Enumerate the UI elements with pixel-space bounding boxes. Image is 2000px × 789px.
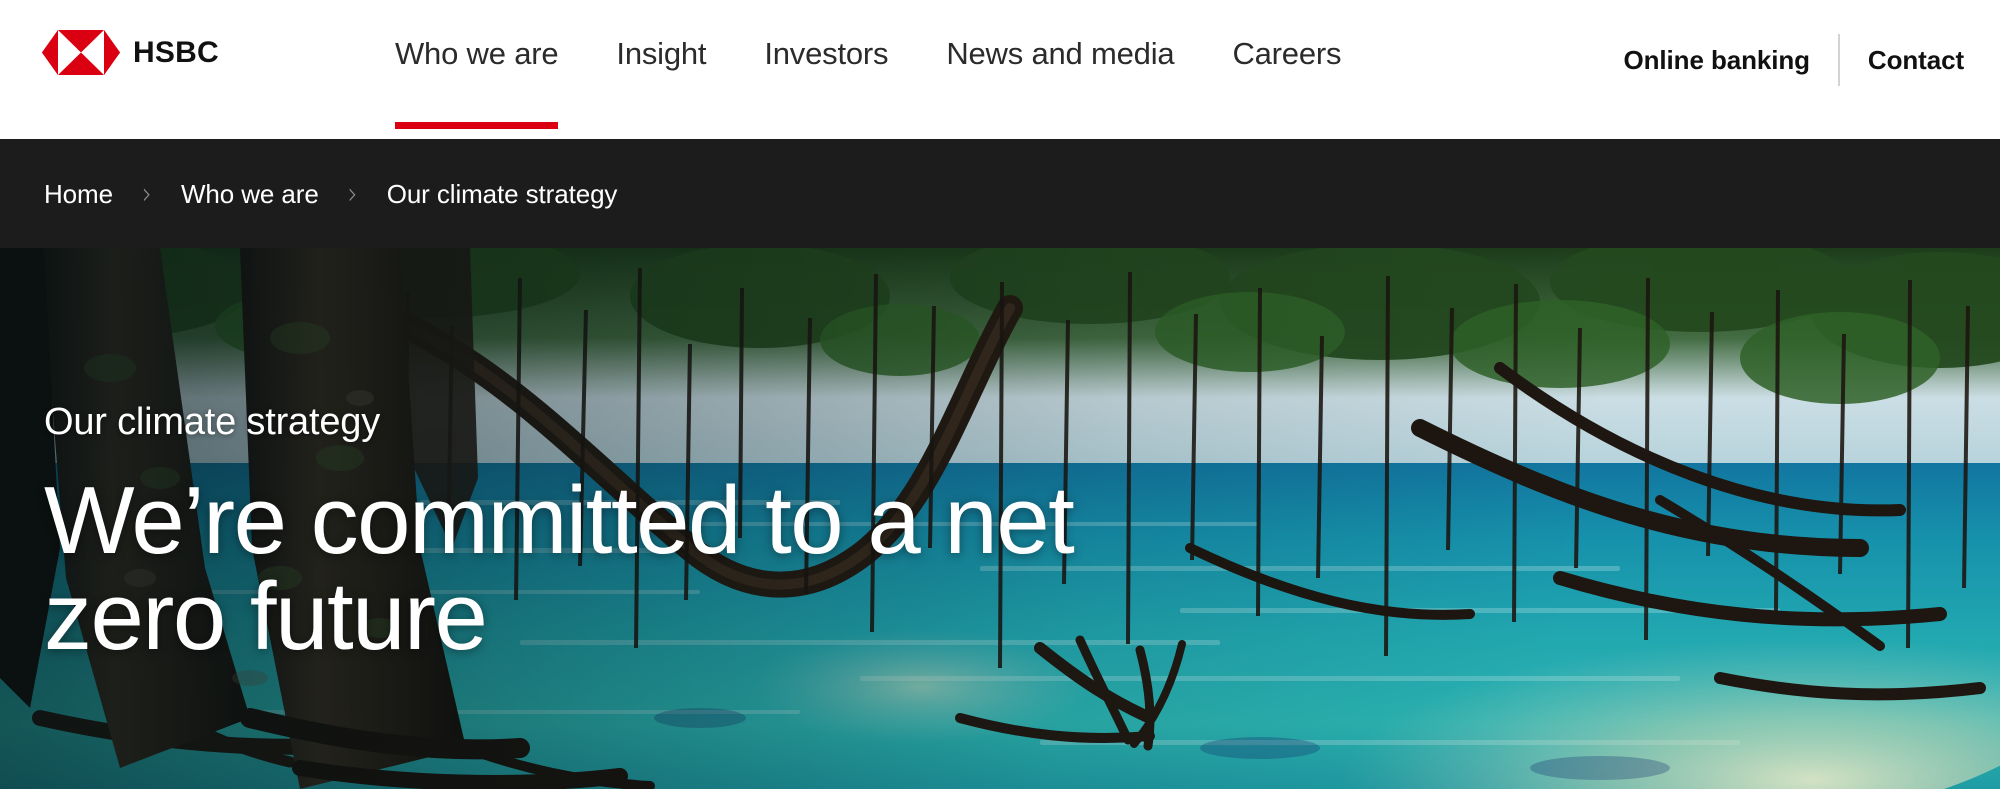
nav-item-who-we-are[interactable]: Who we are (395, 26, 559, 129)
contact-link[interactable]: Contact (1868, 47, 1964, 73)
nav-active-underline (946, 122, 1174, 129)
nav-item-news-and-media[interactable]: News and media (946, 26, 1174, 129)
hero-text-block: Our climate strategy We’re committed to … (44, 403, 1344, 665)
hsbc-hexagon-logo-icon (42, 30, 120, 75)
nav-active-underline (395, 122, 559, 129)
brand-wordmark: HSBC (133, 35, 219, 69)
nav-item-careers[interactable]: Careers (1232, 26, 1341, 129)
page-root: HSBC Who we are Insight Investors News a… (0, 0, 2000, 789)
nav-item-investors[interactable]: Investors (764, 26, 888, 129)
nav-item-label: News and media (946, 36, 1175, 71)
breadcrumb-bar: Home › Who we are › Our climate strategy (0, 139, 2000, 248)
nav-item-label: Insight (616, 36, 707, 71)
hsbc-logo-link[interactable]: HSBC (42, 30, 219, 75)
utility-nav-divider (1837, 34, 1840, 86)
chevron-right-icon: › (347, 175, 358, 212)
nav-item-label: Careers (1232, 36, 1342, 71)
breadcrumb-item-who-we-are[interactable]: Who we are (181, 181, 319, 207)
hero-headline: We’re committed to a net zero future (44, 467, 1075, 670)
primary-navigation: Who we are Insight Investors News and me… (395, 26, 1399, 129)
breadcrumb-item-current: Our climate strategy (386, 178, 618, 209)
hero-banner: Our climate strategy We’re committed to … (0, 248, 2000, 789)
nav-item-label: Who we are (395, 36, 559, 71)
hero-eyebrow: Our climate strategy (44, 401, 380, 443)
breadcrumb-item-home[interactable]: Home (44, 181, 113, 207)
nav-item-label: Investors (764, 36, 889, 71)
nav-active-underline (1232, 122, 1341, 129)
nav-item-insight[interactable]: Insight (616, 26, 706, 129)
utility-navigation: Online banking Contact (1624, 34, 1964, 86)
breadcrumb: Home › Who we are › Our climate strategy (0, 175, 618, 212)
site-header: HSBC Who we are Insight Investors News a… (0, 0, 2000, 139)
nav-active-underline (764, 122, 888, 129)
chevron-right-icon: › (141, 175, 152, 212)
online-banking-link[interactable]: Online banking (1624, 47, 1810, 73)
nav-active-underline (616, 122, 706, 129)
